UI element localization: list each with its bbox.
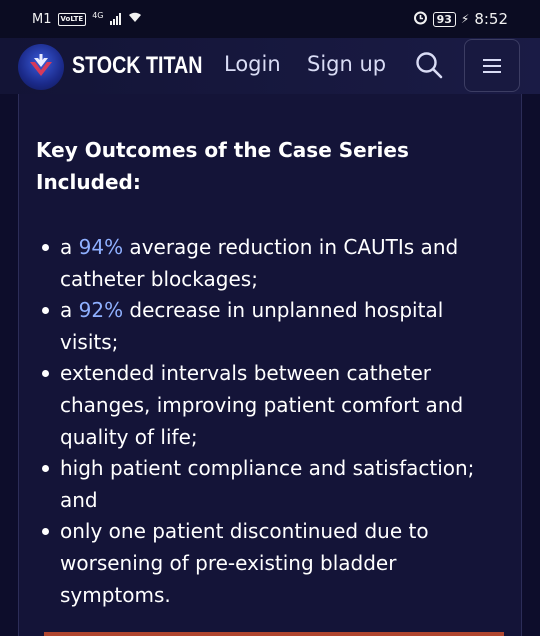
bottom-accent-bar — [44, 632, 504, 636]
bullet-text: only one patient discontinued due to wor… — [60, 519, 429, 607]
signup-link[interactable]: Sign up — [307, 52, 386, 76]
search-icon[interactable] — [414, 50, 444, 80]
clock: 8:52 — [474, 10, 508, 28]
section-title: Key Outcomes of the Case Series Included… — [36, 138, 409, 194]
list-item: only one patient discontinued due to wor… — [36, 516, 506, 611]
signal-icon — [109, 13, 121, 25]
volte-badge: VoLTE — [57, 12, 87, 26]
battery-level: 93 — [432, 11, 456, 27]
carrier-label: M1 — [32, 11, 52, 27]
outcomes-list: a 94% average reduction in CAUTIs and ca… — [36, 232, 506, 611]
status-left: M1 VoLTE 4G — [32, 11, 143, 27]
bullet-prefix: a — [60, 298, 79, 323]
charging-icon: ⚡ — [460, 12, 470, 26]
list-item: extended intervals between catheter chan… — [36, 358, 506, 453]
alarm-icon — [413, 10, 428, 29]
hamburger-icon — [483, 58, 501, 73]
login-link[interactable]: Login — [224, 52, 281, 76]
status-right: 93 ⚡ 8:52 — [413, 10, 508, 29]
wifi-icon — [127, 11, 143, 27]
brand-name[interactable]: STOCK TITAN — [72, 52, 202, 80]
stock-titan-logo[interactable] — [18, 44, 64, 90]
bullet-text: extended intervals between catheter chan… — [60, 361, 464, 449]
logo-mark-icon — [30, 54, 52, 76]
list-item: a 94% average reduction in CAUTIs and ca… — [36, 232, 506, 295]
highlight-value: 94% — [78, 235, 124, 259]
site-header: STOCK TITAN Login Sign up — [0, 38, 540, 94]
bullet-text: high patient compliance and satisfaction… — [60, 456, 475, 512]
status-bar: M1 VoLTE 4G 93 ⚡ 8:52 — [0, 0, 540, 38]
list-item: high patient compliance and satisfaction… — [36, 453, 506, 516]
network-type: 4G — [92, 10, 104, 20]
list-item: a 92% decrease in unplanned hospital vis… — [36, 295, 506, 358]
bullet-prefix: a — [60, 235, 79, 259]
highlight-value: 92% — [78, 298, 124, 323]
menu-button[interactable] — [464, 39, 520, 92]
